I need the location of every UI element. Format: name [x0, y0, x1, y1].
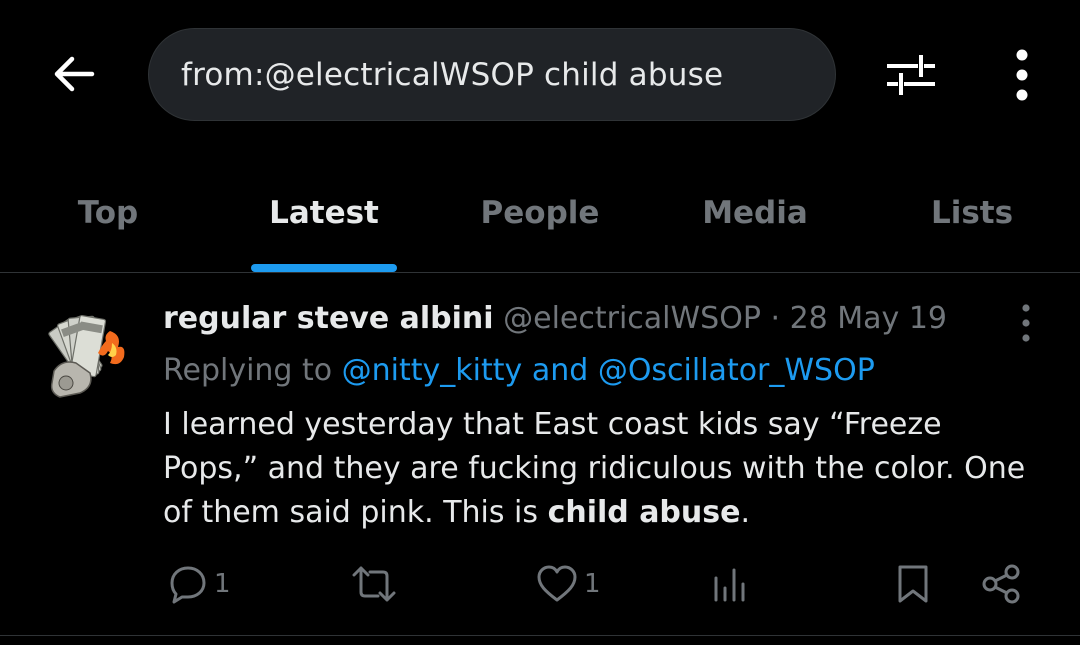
tweet-text-part: . — [740, 495, 751, 530]
more-vertical-icon — [1022, 304, 1030, 342]
mention-link-oscillator-wsop[interactable]: @Oscillator_WSOP — [598, 353, 875, 388]
tab-label: Lists — [930, 195, 1014, 231]
tab-top[interactable]: Top — [48, 170, 168, 272]
bookmark-button[interactable] — [895, 556, 931, 612]
back-button[interactable] — [44, 44, 104, 104]
search-query-text: from:@electricalWSOP child abuse — [181, 56, 724, 93]
avatar[interactable] — [32, 301, 140, 409]
search-input[interactable]: from:@electricalWSOP child abuse — [148, 28, 836, 121]
search-header: from:@electricalWSOP child abuse — [0, 0, 1080, 150]
burning-money-avatar-icon — [32, 301, 140, 409]
mention-and: and — [522, 353, 598, 388]
tab-label: People — [480, 195, 600, 231]
search-tabs: Top Latest People Media Lists — [0, 170, 1080, 273]
tab-label: Latest — [269, 195, 379, 231]
mention-link-nitty-kitty[interactable]: @nitty_kitty — [342, 353, 523, 388]
tab-latest[interactable]: Latest — [244, 170, 404, 272]
reply-count: 1 — [214, 569, 231, 599]
tab-people[interactable]: People — [460, 170, 620, 272]
replying-to-label: Replying to — [163, 353, 342, 388]
replying-to-line: Replying to @nitty_kitty and @Oscillator… — [163, 351, 875, 391]
tweet-text-highlight: child abuse — [547, 495, 741, 530]
retweet-icon — [352, 566, 396, 602]
tab-media[interactable]: Media — [675, 170, 835, 272]
tweet-more-button[interactable] — [1008, 301, 1044, 345]
search-filter-button[interactable] — [878, 44, 944, 106]
share-icon — [982, 564, 1020, 604]
tab-label: Media — [702, 195, 808, 231]
bar-chart-icon — [714, 568, 745, 602]
reply-button[interactable]: 1 — [168, 556, 231, 612]
views-button[interactable] — [712, 556, 748, 612]
tab-label: Top — [77, 195, 139, 231]
user-handle[interactable]: @electricalWSOP — [503, 301, 761, 336]
active-tab-indicator — [251, 264, 397, 272]
display-name[interactable]: regular steve albini — [163, 301, 494, 336]
tab-lists[interactable]: Lists — [902, 170, 1042, 272]
sliders-icon — [887, 55, 935, 95]
tweet[interactable]: regular steve albini @electricalWSOP · 2… — [0, 273, 1080, 636]
heart-icon — [537, 565, 577, 602]
tweet-actions: 1 1 — [0, 556, 1080, 612]
more-vertical-icon — [1016, 49, 1028, 101]
share-button[interactable] — [980, 556, 1022, 612]
separator-dot: · — [770, 301, 781, 336]
more-options-button[interactable] — [992, 44, 1052, 106]
tweet-header: regular steve albini @electricalWSOP · 2… — [163, 299, 947, 339]
tweet-date[interactable]: 28 May 19 — [790, 301, 947, 336]
like-button[interactable]: 1 — [536, 556, 601, 612]
retweet-button[interactable] — [352, 556, 402, 612]
arrow-left-icon — [54, 56, 95, 92]
like-count: 1 — [584, 569, 601, 599]
tweet-text: I learned yesterday that East coast kids… — [163, 403, 1043, 535]
bookmark-icon — [898, 565, 928, 603]
reply-icon — [170, 566, 206, 604]
